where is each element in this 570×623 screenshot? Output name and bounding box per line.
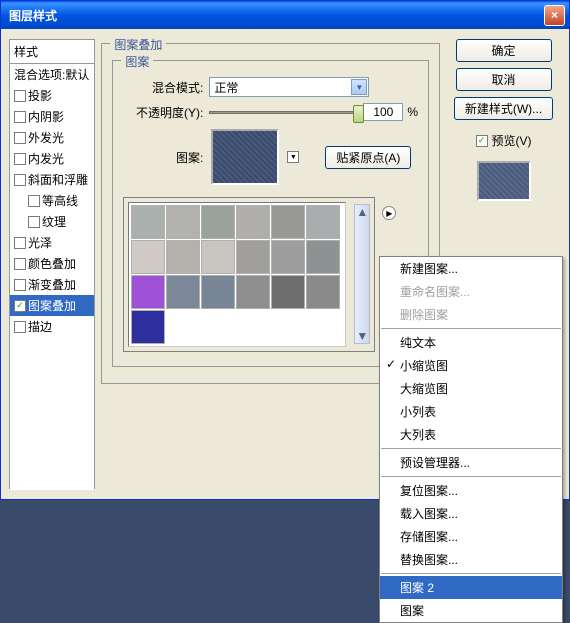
blend-mode-select[interactable]: 正常 ▼ <box>209 77 369 97</box>
sidebar-item[interactable]: 颜色叠加 <box>10 253 94 274</box>
styles-sidebar: 样式 混合选项:默认 投影内阴影外发光内发光斜面和浮雕等高线纹理光泽颜色叠加渐变… <box>9 39 95 489</box>
checkbox-icon <box>14 174 26 186</box>
pattern-thumb[interactable] <box>201 275 235 309</box>
close-icon: × <box>551 8 558 22</box>
checkbox-icon <box>14 258 26 270</box>
pattern-thumb[interactable] <box>236 240 270 274</box>
menu-delete-pattern: 删除图案 <box>380 303 562 326</box>
pattern-grid <box>128 202 346 347</box>
pattern-thumb[interactable] <box>236 275 270 309</box>
pattern-picker: ▲▼ ▶ <box>123 197 375 352</box>
checkbox-icon <box>28 195 40 207</box>
ok-button[interactable]: 确定 <box>456 39 552 62</box>
menu-rename-pattern: 重命名图案... <box>380 280 562 303</box>
checkbox-icon <box>28 216 40 228</box>
pattern-thumb[interactable] <box>236 205 270 239</box>
opacity-label: 不透明度(Y): <box>123 104 203 121</box>
sidebar-item[interactable]: 投影 <box>10 85 94 106</box>
pattern-thumb[interactable] <box>306 275 340 309</box>
menu-pattern-2[interactable]: 图案 2 <box>380 576 562 599</box>
pattern-thumb[interactable] <box>271 275 305 309</box>
sidebar-item[interactable]: 内阴影 <box>10 106 94 127</box>
sidebar-item[interactable]: ✓图案叠加 <box>10 295 94 316</box>
checkbox-icon <box>14 153 26 165</box>
sidebar-item[interactable]: 光泽 <box>10 232 94 253</box>
close-button[interactable]: × <box>544 5 565 26</box>
opacity-slider[interactable] <box>209 111 359 114</box>
checkbox-icon: ✓ <box>476 135 488 147</box>
checkbox-icon <box>14 90 26 102</box>
menu-large-list[interactable]: 大列表 <box>380 423 562 446</box>
dropdown-arrow-icon: ▼ <box>351 79 367 95</box>
menu-large-thumb[interactable]: 大缩览图 <box>380 377 562 400</box>
pattern-label: 图案: <box>123 149 203 166</box>
sidebar-item[interactable]: 外发光 <box>10 127 94 148</box>
pattern-thumb[interactable] <box>131 240 165 274</box>
pattern-thumb[interactable] <box>201 205 235 239</box>
inner-legend: 图案 <box>121 53 153 70</box>
pattern-thumb[interactable] <box>131 275 165 309</box>
menu-text-only[interactable]: 纯文本 <box>380 331 562 354</box>
sidebar-item[interactable]: 内发光 <box>10 148 94 169</box>
pattern-thumb[interactable] <box>306 205 340 239</box>
scroll-down-icon: ▼ <box>356 329 368 343</box>
pattern-thumb[interactable] <box>271 240 305 274</box>
pattern-thumb[interactable] <box>306 240 340 274</box>
preview-checkbox[interactable]: ✓ 预览(V) <box>476 132 532 149</box>
new-style-button[interactable]: 新建样式(W)... <box>454 97 553 120</box>
pattern-thumb[interactable] <box>166 275 200 309</box>
group-legend: 图案叠加 <box>110 36 166 53</box>
pattern-thumb[interactable] <box>201 240 235 274</box>
opacity-input[interactable]: 100 <box>363 103 403 121</box>
pattern-dropdown-icon[interactable]: ▼ <box>287 151 299 163</box>
context-menu: 新建图案... 重命名图案... 删除图案 纯文本 小缩览图 大缩览图 小列表 … <box>379 256 563 623</box>
slider-thumb[interactable] <box>353 105 364 123</box>
menu-pattern[interactable]: 图案 <box>380 599 562 622</box>
blend-mode-label: 混合模式: <box>123 79 203 96</box>
sidebar-item[interactable]: 描边 <box>10 316 94 337</box>
sidebar-list: 混合选项:默认 投影内阴影外发光内发光斜面和浮雕等高线纹理光泽颜色叠加渐变叠加✓… <box>10 64 94 490</box>
sidebar-item[interactable]: 纹理 <box>10 211 94 232</box>
window-title: 图层样式 <box>5 7 544 24</box>
preview-swatch <box>477 161 531 201</box>
scrollbar[interactable]: ▲▼ <box>354 204 370 344</box>
checkbox-icon <box>14 132 26 144</box>
checkbox-icon <box>14 237 26 249</box>
pattern-thumb[interactable] <box>271 205 305 239</box>
sidebar-header[interactable]: 样式 <box>10 40 94 64</box>
scroll-up-icon: ▲ <box>356 205 368 219</box>
menu-small-list[interactable]: 小列表 <box>380 400 562 423</box>
titlebar[interactable]: 图层样式 × <box>1 1 569 29</box>
pattern-thumb[interactable] <box>131 205 165 239</box>
cancel-button[interactable]: 取消 <box>456 68 552 91</box>
sidebar-item[interactable]: 渐变叠加 <box>10 274 94 295</box>
menu-replace-patterns[interactable]: 替换图案... <box>380 548 562 571</box>
pattern-swatch[interactable] <box>211 129 279 185</box>
menu-save-patterns[interactable]: 存储图案... <box>380 525 562 548</box>
menu-separator <box>381 328 561 329</box>
pattern-thumb[interactable] <box>131 310 165 344</box>
sidebar-item[interactable]: 斜面和浮雕 <box>10 169 94 190</box>
menu-separator <box>381 476 561 477</box>
menu-load-patterns[interactable]: 载入图案... <box>380 502 562 525</box>
opacity-unit: % <box>407 105 418 119</box>
menu-small-thumb[interactable]: 小缩览图 <box>380 354 562 377</box>
pattern-thumb[interactable] <box>166 205 200 239</box>
checkbox-icon: ✓ <box>14 300 26 312</box>
checkbox-icon <box>14 279 26 291</box>
flyout-menu-button[interactable]: ▶ <box>382 206 396 220</box>
menu-separator <box>381 448 561 449</box>
layer-style-dialog: 图层样式 × 样式 混合选项:默认 投影内阴影外发光内发光斜面和浮雕等高线纹理光… <box>0 0 570 500</box>
snap-origin-button[interactable]: 贴紧原点(A) <box>325 146 411 169</box>
menu-separator <box>381 573 561 574</box>
menu-new-pattern[interactable]: 新建图案... <box>380 257 562 280</box>
checkbox-icon <box>14 111 26 123</box>
sidebar-blend-options[interactable]: 混合选项:默认 <box>10 64 94 85</box>
menu-preset-manager[interactable]: 预设管理器... <box>380 451 562 474</box>
pattern-thumb[interactable] <box>166 240 200 274</box>
sidebar-item[interactable]: 等高线 <box>10 190 94 211</box>
menu-reset-patterns[interactable]: 复位图案... <box>380 479 562 502</box>
checkbox-icon <box>14 321 26 333</box>
